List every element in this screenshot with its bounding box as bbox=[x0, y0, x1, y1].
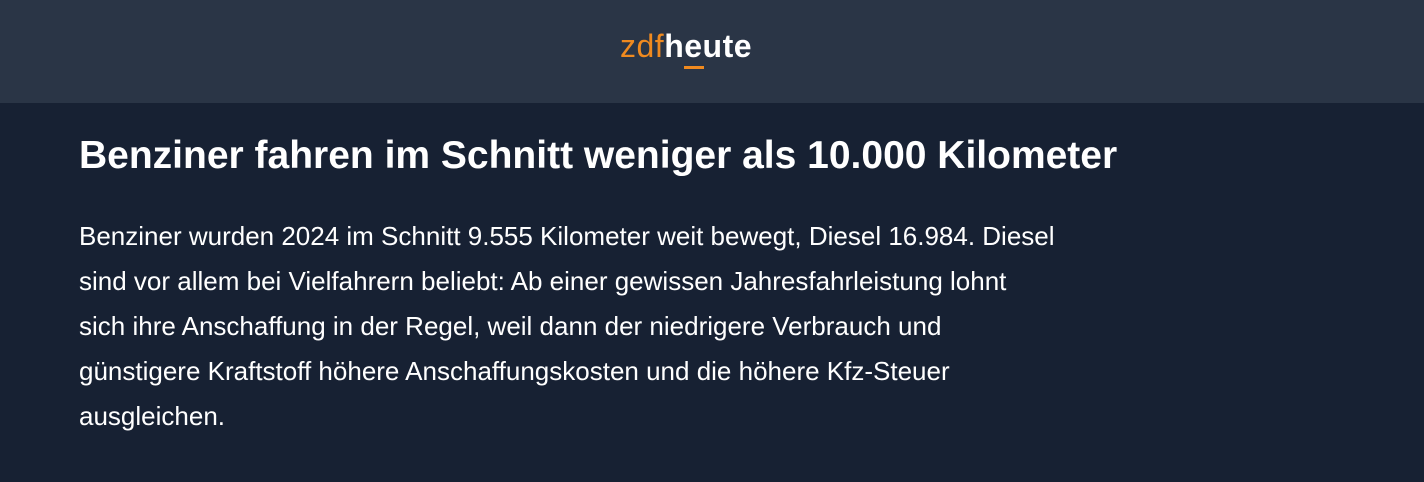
zdfheute-logo[interactable]: zdfheute bbox=[620, 28, 752, 72]
logo-underline-mark bbox=[684, 66, 704, 69]
paragraph-line: sind vor allem bei Vielfahrern beliebt: … bbox=[79, 266, 1007, 296]
logo-heute-text: heute bbox=[664, 28, 753, 64]
paragraph-line: Benziner wurden 2024 im Schnitt 9.555 Ki… bbox=[79, 221, 1055, 251]
site-header: zdfheute bbox=[0, 0, 1424, 103]
paragraph-line: ausgleichen. bbox=[79, 401, 225, 431]
logo-zdf-text: zdf bbox=[620, 28, 665, 64]
article-content: Benziner fahren im Schnitt weniger als 1… bbox=[79, 130, 1359, 439]
paragraph-line: günstigere Kraftstoff höhere Anschaffung… bbox=[79, 356, 950, 386]
article-paragraph: Benziner wurden 2024 im Schnitt 9.555 Ki… bbox=[79, 214, 1359, 439]
article-headline: Benziner fahren im Schnitt weniger als 1… bbox=[79, 134, 1118, 177]
paragraph-line: sich ihre Anschaffung in der Regel, weil… bbox=[79, 311, 942, 341]
